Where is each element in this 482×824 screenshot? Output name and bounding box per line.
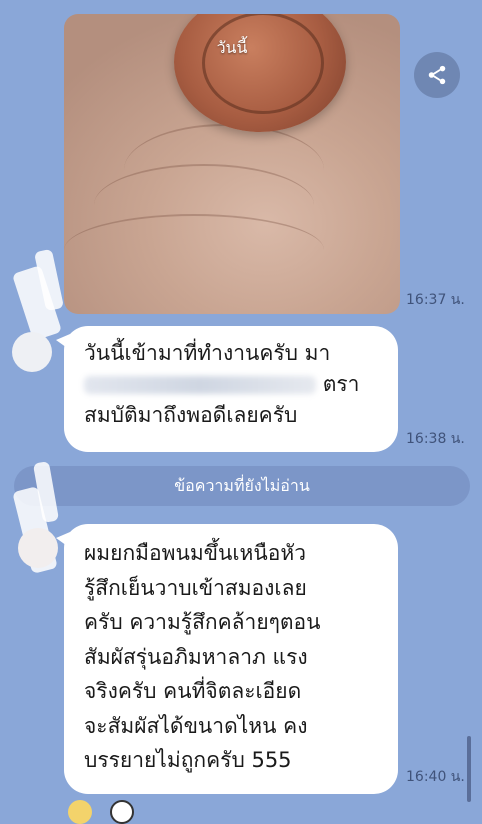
amulet-coin <box>174 14 346 132</box>
sender-avatar[interactable] <box>18 528 58 568</box>
scrollbar[interactable] <box>467 736 471 802</box>
message-text: วันนี้เข้ามาที่ทำงานครับ มา <box>84 341 331 365</box>
share-icon <box>428 65 446 85</box>
image-caption: วันนี้ <box>216 38 248 57</box>
message-text: ตรา <box>322 372 360 396</box>
message-text: บรรยายไม่ถูกครับ 555 <box>84 748 292 772</box>
message-time: 16:37 น. <box>406 292 465 308</box>
message-text: สมบัติมาถึงพอดีเลยครับ <box>84 403 298 427</box>
message-bubble: ผมยกมือพนมขึ้นเหนือหัว รู้สึกเย็นวาบเข้า… <box>56 524 398 794</box>
reaction-icon <box>110 800 134 824</box>
image-message[interactable]: วันนี้ <box>64 14 400 314</box>
sticker-icon <box>68 800 92 824</box>
message-bubble: วันนี้เข้ามาที่ทำงานครับ มา ตรา สมบัติมา… <box>56 326 398 452</box>
palm-line <box>124 124 324 216</box>
message-text: รู้สึกเย็นวาบเข้าสมองเลย <box>84 575 307 600</box>
palm-line <box>64 214 324 286</box>
chat-area: วันนี้ 16:37 น. วันนี้เข้ามาที่ทำงานครับ… <box>0 0 482 824</box>
coin-emblem <box>202 14 324 114</box>
message-text-redacted: ตรา <box>84 369 380 400</box>
sender-avatar[interactable] <box>12 332 52 372</box>
unread-divider: ข้อความที่ยังไม่อ่าน <box>14 466 470 506</box>
message-text: จริงครับ คนที่จิตละเอียด <box>84 679 302 703</box>
message-time: 16:38 น. <box>406 431 465 447</box>
share-button[interactable] <box>414 52 460 98</box>
message-text: จะสัมผัสได้ขนาดไหน คง <box>84 713 308 738</box>
redacted-text <box>84 376 316 394</box>
message-time: 16:40 น. <box>406 769 465 785</box>
message-text: ครับ ความรู้สึกคล้ายๆตอน <box>84 610 321 634</box>
message-text: สัมผัสรุ่นอภิมหาลาภ แรง <box>84 644 308 669</box>
message-text: ผมยกมือพนมขึ้นเหนือหัว <box>84 541 306 565</box>
